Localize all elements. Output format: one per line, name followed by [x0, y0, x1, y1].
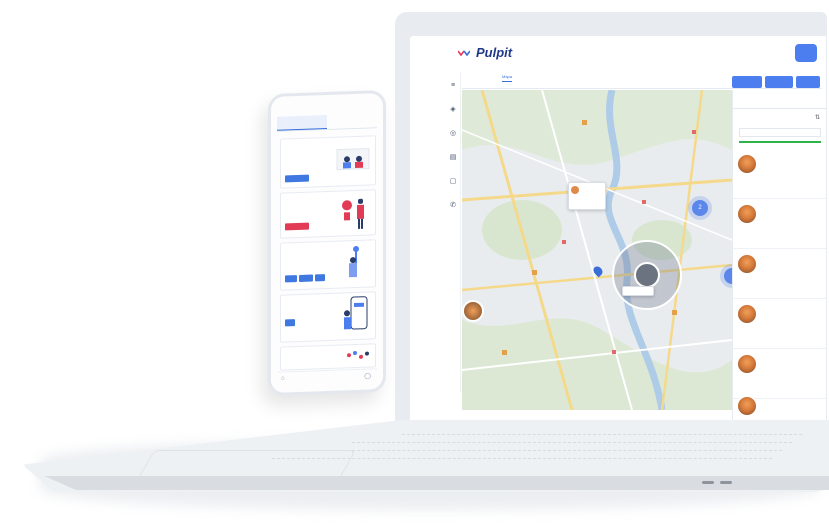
phone-device: ⌂ ◯	[268, 89, 386, 397]
filter-select[interactable]	[739, 128, 821, 137]
location-center-marker[interactable]	[634, 262, 660, 288]
building-icon[interactable]: ▤	[449, 154, 457, 162]
menu-icon[interactable]: ≡	[449, 82, 457, 90]
phone-card	[280, 343, 376, 371]
map-icon[interactable]: ◈	[449, 106, 457, 114]
left-sidebar: ≡ ◈ ◎ ▤ ▢ ✆	[446, 72, 461, 392]
phone-card-illustration	[349, 245, 359, 278]
avatar	[737, 154, 757, 174]
person-map-marker[interactable]	[462, 300, 484, 322]
avatar	[737, 396, 757, 416]
phone-card-button[interactable]	[315, 274, 325, 282]
phone-card	[280, 189, 376, 239]
phone-card-button[interactable]	[285, 222, 309, 231]
map-view[interactable]: 2	[462, 90, 732, 410]
toolbar-button[interactable]	[796, 76, 820, 88]
toolbar-button[interactable]	[765, 76, 793, 88]
laptop-screen: Pulpit Mapa ≡ ◈ ◎ ▤ ▢ ✆ 2 ⇅	[410, 36, 826, 430]
map-cluster-marker[interactable]: 2	[692, 200, 708, 216]
calendar-icon[interactable]: ▢	[449, 178, 457, 186]
app-title: Pulpit	[476, 45, 513, 60]
phone-card-illustration	[347, 351, 369, 359]
progress-bar	[739, 141, 821, 143]
map-popup[interactable]	[568, 182, 606, 210]
phone-tab-left[interactable]	[277, 115, 327, 131]
list-item[interactable]	[733, 298, 826, 349]
user-avatar-button[interactable]	[795, 44, 817, 62]
toolbar-button[interactable]	[732, 76, 762, 88]
avatar	[571, 186, 579, 194]
avatar	[737, 254, 757, 274]
profile-icon[interactable]: ◯	[364, 372, 371, 379]
home-icon[interactable]: ⌂	[281, 375, 285, 381]
phone-card	[280, 291, 376, 343]
list-item[interactable]	[733, 248, 826, 299]
brand-logo-icon	[458, 50, 470, 56]
phone-tab-right[interactable]	[327, 113, 377, 129]
keyboard-row	[352, 442, 792, 448]
phone-card-illustration	[342, 198, 364, 229]
cluster-count: 2	[698, 205, 702, 211]
usb-port	[702, 481, 714, 484]
circle-label	[622, 286, 654, 296]
phone-card-button[interactable]	[299, 274, 313, 282]
phone-icon[interactable]: ✆	[449, 202, 457, 210]
phone-tab-bar	[277, 113, 377, 132]
list-item[interactable]	[733, 198, 826, 249]
right-panel: ⇅	[732, 90, 826, 430]
phone-card	[280, 135, 376, 189]
phone-card-illustration	[344, 296, 368, 330]
usb-port	[720, 481, 732, 484]
list-item[interactable]	[733, 148, 826, 199]
app-header: Pulpit	[410, 36, 826, 70]
phone-card-button[interactable]	[285, 174, 309, 183]
avatar	[737, 204, 757, 224]
phone-bottom-nav: ⌂ ◯	[277, 368, 377, 387]
avatar	[737, 354, 757, 374]
avatar	[737, 304, 757, 324]
keyboard-row	[402, 434, 802, 440]
phone-card-illustration	[336, 148, 370, 171]
phone-card-button[interactable]	[285, 319, 295, 327]
filter-icon[interactable]: ⇅	[815, 114, 820, 121]
panel-tab-divider	[733, 108, 826, 109]
keyboard-row	[312, 450, 782, 456]
target-icon[interactable]: ◎	[449, 130, 457, 138]
phone-card	[280, 239, 376, 291]
tab-map[interactable]: Mapa	[502, 74, 513, 82]
map-background	[462, 90, 732, 410]
phone-card-button[interactable]	[285, 275, 297, 283]
